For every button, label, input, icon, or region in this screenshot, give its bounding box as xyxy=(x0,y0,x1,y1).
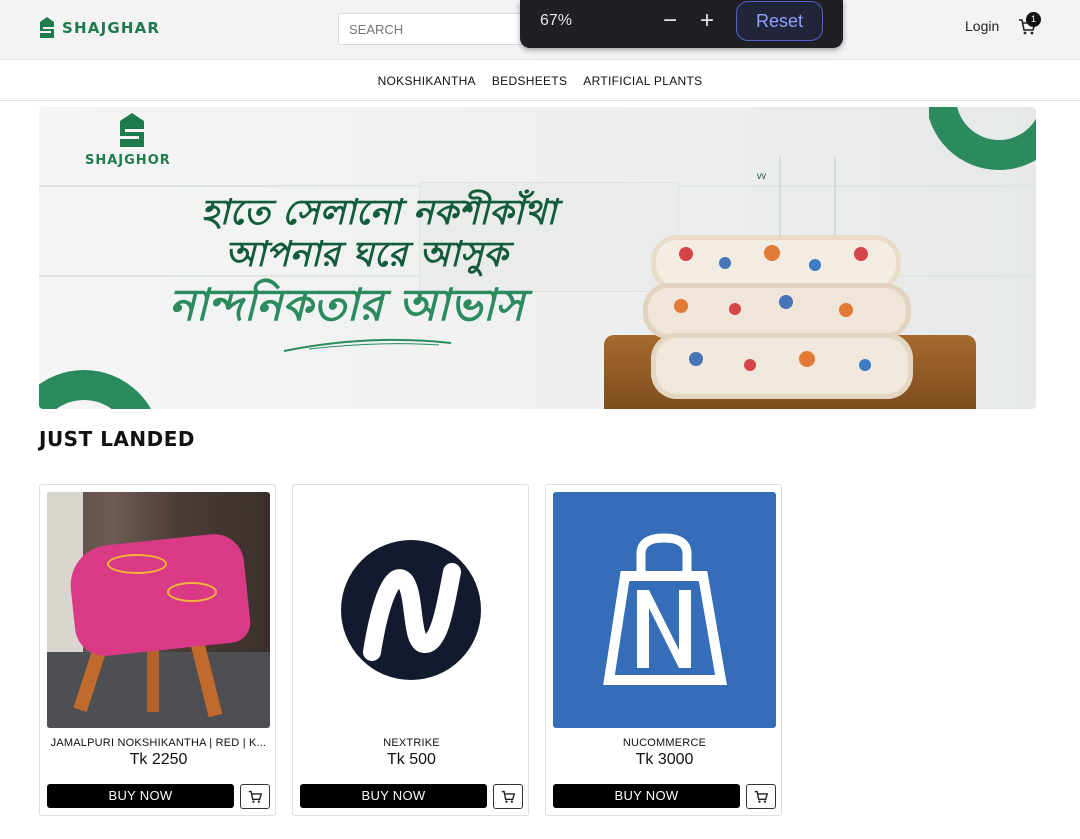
banner-green-arc xyxy=(39,370,151,409)
banner-brand-icon xyxy=(120,113,144,147)
buy-now-button[interactable]: BUY NOW xyxy=(47,784,234,808)
login-link[interactable]: Login xyxy=(965,18,999,34)
embroidery-motif xyxy=(167,582,217,602)
product-image[interactable] xyxy=(47,492,270,728)
quilt-flower xyxy=(744,359,756,371)
product-price: Tk 3000 xyxy=(635,751,694,768)
pink-nokshikantha xyxy=(66,531,253,659)
quilt-flower xyxy=(799,351,815,367)
brand-name: SHAJGHAR xyxy=(62,19,161,37)
banner-green-arc xyxy=(929,107,1036,170)
quilt-flower xyxy=(809,259,821,271)
quilt-flower xyxy=(839,303,853,317)
banner-brand-name: SHAJGHOR xyxy=(85,153,171,168)
cart-icon xyxy=(754,790,768,803)
quilt-flower xyxy=(854,247,868,261)
nucommerce-logo xyxy=(603,533,727,685)
banner-swoosh xyxy=(283,338,452,352)
product-price: Tk 500 xyxy=(387,751,436,768)
bird-icon: ᵥᵥ xyxy=(757,165,766,181)
search-input[interactable] xyxy=(338,13,538,45)
nav-item-bedsheets[interactable]: BEDSHEETS xyxy=(492,74,567,88)
hero-banner[interactable]: ᵥᵥ SHAJGHOR হাতে সেলানো নকশীকাঁথা আপনার … xyxy=(39,107,1036,409)
cart-icon xyxy=(501,790,515,803)
product-price: Tk 2250 xyxy=(129,751,188,768)
zoom-popup: 67% − + Reset xyxy=(520,0,843,48)
zoom-reset-button[interactable]: Reset xyxy=(736,1,823,41)
cart-icon xyxy=(248,790,262,803)
add-to-cart-button[interactable] xyxy=(240,784,270,809)
product-name[interactable]: NUCOMMERCE xyxy=(553,737,776,749)
brand-logo[interactable]: SHAJGHAR xyxy=(38,16,160,40)
add-to-cart-button[interactable] xyxy=(746,784,776,809)
embroidery-motif xyxy=(107,554,167,574)
buy-now-button[interactable]: BUY NOW xyxy=(553,784,740,808)
product-image[interactable] xyxy=(300,492,523,728)
quilt-flower xyxy=(779,295,793,309)
quilt-flower xyxy=(859,359,871,371)
add-to-cart-button[interactable] xyxy=(493,784,523,809)
quilt-stack-bottom xyxy=(651,333,913,399)
zoom-level: 67% xyxy=(540,12,573,29)
quilt-flower xyxy=(719,257,731,269)
product-card[interactable]: NEXTRIKE Tk 500 BUY NOW xyxy=(292,484,529,816)
quilt-flower xyxy=(764,245,780,261)
quilt-flower xyxy=(689,352,703,366)
product-image[interactable] xyxy=(553,492,776,728)
product-name[interactable]: NEXTRIKE xyxy=(300,737,523,749)
product-name[interactable]: JAMALPURI NOKSHIKANTHA | RED | K... xyxy=(47,737,270,749)
zoom-out-button[interactable]: − xyxy=(656,6,684,36)
quilt-flower xyxy=(679,247,693,261)
zoom-in-button[interactable]: + xyxy=(693,6,721,36)
quilt-flower xyxy=(674,299,688,313)
nav-item-artificial-plants[interactable]: ARTIFICIAL PLANTS xyxy=(583,74,702,88)
buy-now-button[interactable]: BUY NOW xyxy=(300,784,487,808)
category-nav: NOKSHIKANTHA BEDSHEETS ARTIFICIAL PLANTS xyxy=(0,61,1080,101)
cart-count-badge: 1 xyxy=(1026,12,1041,27)
product-card[interactable]: NUCOMMERCE Tk 3000 BUY NOW xyxy=(545,484,782,816)
nav-item-nokshikantha[interactable]: NOKSHIKANTHA xyxy=(378,74,476,88)
nextrike-logo xyxy=(341,540,481,680)
quilt-flower xyxy=(729,303,741,315)
product-card[interactable]: JAMALPURI NOKSHIKANTHA | RED | K... Tk 2… xyxy=(39,484,276,816)
brand-logo-icon xyxy=(40,17,54,38)
just-landed-heading: JUST LANDED xyxy=(39,427,196,451)
